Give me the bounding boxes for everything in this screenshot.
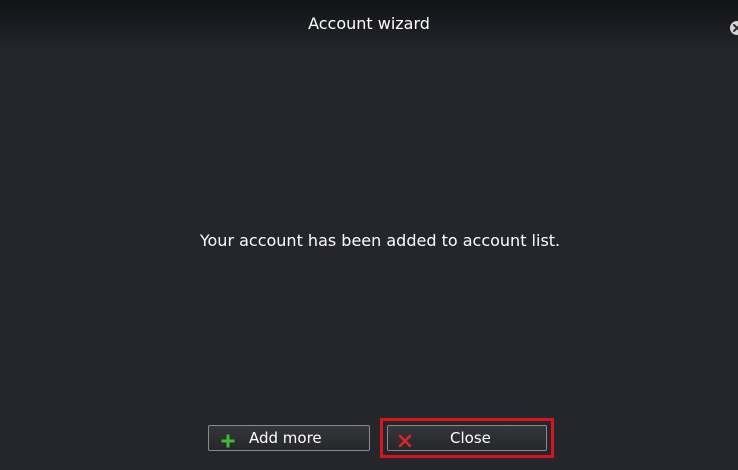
account-wizard-dialog: Account wizard Your account has been add… [0,0,738,470]
x-icon [398,431,412,448]
plus-icon [221,431,235,448]
add-more-label: Add more [249,429,322,447]
confirmation-message: Your account has been added to account l… [199,231,561,250]
dialog-title: Account wizard [308,14,430,33]
title-bar[interactable]: Account wizard [0,0,738,50]
close-label: Close [450,429,491,447]
add-more-button[interactable]: Add more [208,425,370,451]
close-circle-icon[interactable] [727,18,738,38]
close-button[interactable]: Close [387,425,547,451]
